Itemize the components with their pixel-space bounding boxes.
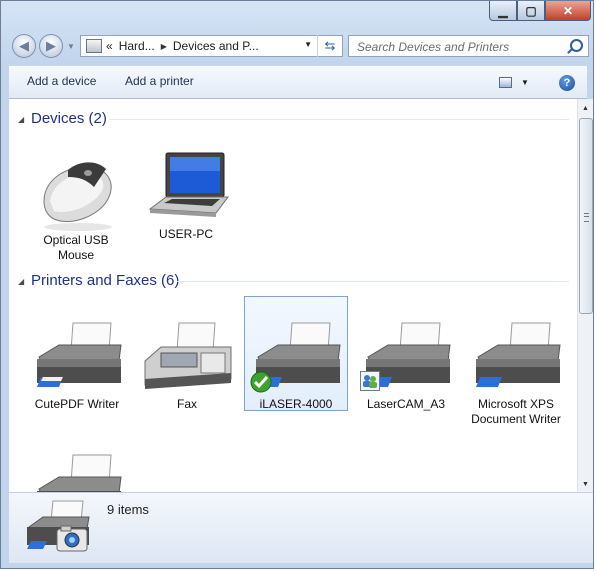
close-button[interactable]: ✕ <box>545 1 591 21</box>
view-options-dropdown-icon[interactable]: ▼ <box>521 78 529 87</box>
refresh-icon: ⇆ <box>324 38 336 53</box>
device-label: USER-PC <box>158 227 213 241</box>
details-pane: 9 items <box>9 492 593 563</box>
arrow-left-icon: ◀ <box>19 38 29 53</box>
arrow-right-icon: ▶ <box>46 38 56 53</box>
collapse-triangle-icon[interactable]: ◢ <box>18 277 24 286</box>
printer-fax[interactable]: Fax <box>135 321 239 412</box>
breadcrumb-hardware[interactable]: Hard... <box>119 39 155 53</box>
group-title-devices: Devices (2) <box>31 110 107 127</box>
back-button[interactable]: ◀ <box>12 34 36 58</box>
devices-and-printers-window: ▁ ▢ ✕ ◀ ▶ ▼ « Hard... ▶ Devices and P...… <box>0 0 594 569</box>
refresh-button[interactable]: ⇆ <box>317 35 342 57</box>
printer-camera-icon <box>25 499 91 560</box>
vertical-scrollbar[interactable]: ▲ ▼ <box>577 99 593 492</box>
printer-label: Fax <box>176 397 197 411</box>
printer-icon <box>29 453 125 492</box>
help-icon: ? <box>563 77 571 89</box>
maximize-button[interactable]: ▢ <box>517 1 545 21</box>
add-printer-button[interactable]: Add a printer <box>125 74 194 88</box>
minimize-button[interactable]: ▁ <box>489 1 517 21</box>
collapse-triangle-icon[interactable]: ◢ <box>18 115 24 124</box>
default-check-icon <box>250 371 272 393</box>
printer-label-line2: Document Writer <box>471 412 561 426</box>
recent-pages-dropdown[interactable]: ▼ <box>67 42 75 51</box>
content-pane: ◢ Devices (2) Optical USB Mouse USER-PC … <box>9 99 577 492</box>
title-bar: ▁ ▢ ✕ <box>1 1 593 29</box>
chevron-down-icon: ▼ <box>67 42 75 51</box>
search-box <box>348 35 589 57</box>
close-icon: ✕ <box>562 3 574 18</box>
printer-icon <box>468 321 564 397</box>
scroll-down-arrow-icon[interactable]: ▼ <box>582 481 589 488</box>
help-button[interactable]: ? <box>559 75 575 91</box>
maximize-icon: ▢ <box>525 3 537 18</box>
printer-icon <box>248 321 344 397</box>
scroll-up-arrow-icon[interactable]: ▲ <box>582 105 589 112</box>
forward-button[interactable]: ▶ <box>39 34 63 58</box>
group-title-printers: Printers and Faxes (6) <box>31 272 180 289</box>
address-dropdown-icon[interactable]: ▼ <box>304 40 312 49</box>
printer-microsoft-xps-document-writer[interactable]: Microsoft XPS Document Writer <box>464 321 568 427</box>
printer-cutepdf-writer[interactable]: CutePDF Writer <box>25 321 129 412</box>
laptop-icon <box>138 151 234 227</box>
minimize-icon: ▁ <box>498 3 508 18</box>
control-panel-icon <box>86 39 102 53</box>
printer-lasercam-a3[interactable]: LaserCAM_A3 <box>354 321 458 412</box>
printer-partially-visible[interactable] <box>25 453 129 492</box>
printer-ilaser-4000[interactable]: iLASER-4000 <box>244 296 348 411</box>
scrollbar-thumb[interactable] <box>579 118 593 314</box>
search-input[interactable] <box>355 37 569 57</box>
printer-label: LaserCAM_A3 <box>366 397 446 411</box>
fax-icon <box>139 321 235 397</box>
breadcrumb-devices-and-printers[interactable]: Devices and P... <box>173 39 259 53</box>
device-label-line2: Mouse <box>57 248 95 262</box>
device-label: Optical USB <box>43 233 109 247</box>
breadcrumb-separator-icon[interactable]: ▶ <box>161 42 167 51</box>
device-user-pc[interactable]: USER-PC <box>134 151 238 242</box>
device-optical-usb-mouse[interactable]: Optical USB Mouse <box>24 157 128 263</box>
navigation-row: ◀ ▶ ▼ « Hard... ▶ Devices and P... ▼ ⇆ <box>1 31 593 63</box>
group-divider <box>109 119 569 120</box>
printer-label: Microsoft XPS <box>477 397 555 411</box>
group-header-devices[interactable]: ◢ Devices (2) <box>9 108 569 130</box>
shared-users-icon <box>360 371 380 391</box>
printer-label: CutePDF Writer <box>34 397 120 411</box>
printer-icon <box>29 321 125 397</box>
item-count: 9 items <box>107 502 149 517</box>
printer-label: iLASER-4000 <box>259 397 333 411</box>
address-bar[interactable]: « Hard... ▶ Devices and P... ▼ ⇆ <box>80 35 343 57</box>
group-header-printers[interactable]: ◢ Printers and Faxes (6) <box>9 270 569 292</box>
grip-icon <box>584 213 589 222</box>
add-device-button[interactable]: Add a device <box>27 74 96 88</box>
change-view-icon[interactable] <box>499 77 512 88</box>
printer-icon <box>358 321 454 397</box>
search-icon[interactable] <box>570 39 583 52</box>
breadcrumb-overflow[interactable]: « <box>106 39 113 53</box>
group-divider <box>177 281 569 282</box>
mouse-icon <box>28 157 124 233</box>
command-bar: Add a device Add a printer ▼ ? <box>9 65 587 99</box>
